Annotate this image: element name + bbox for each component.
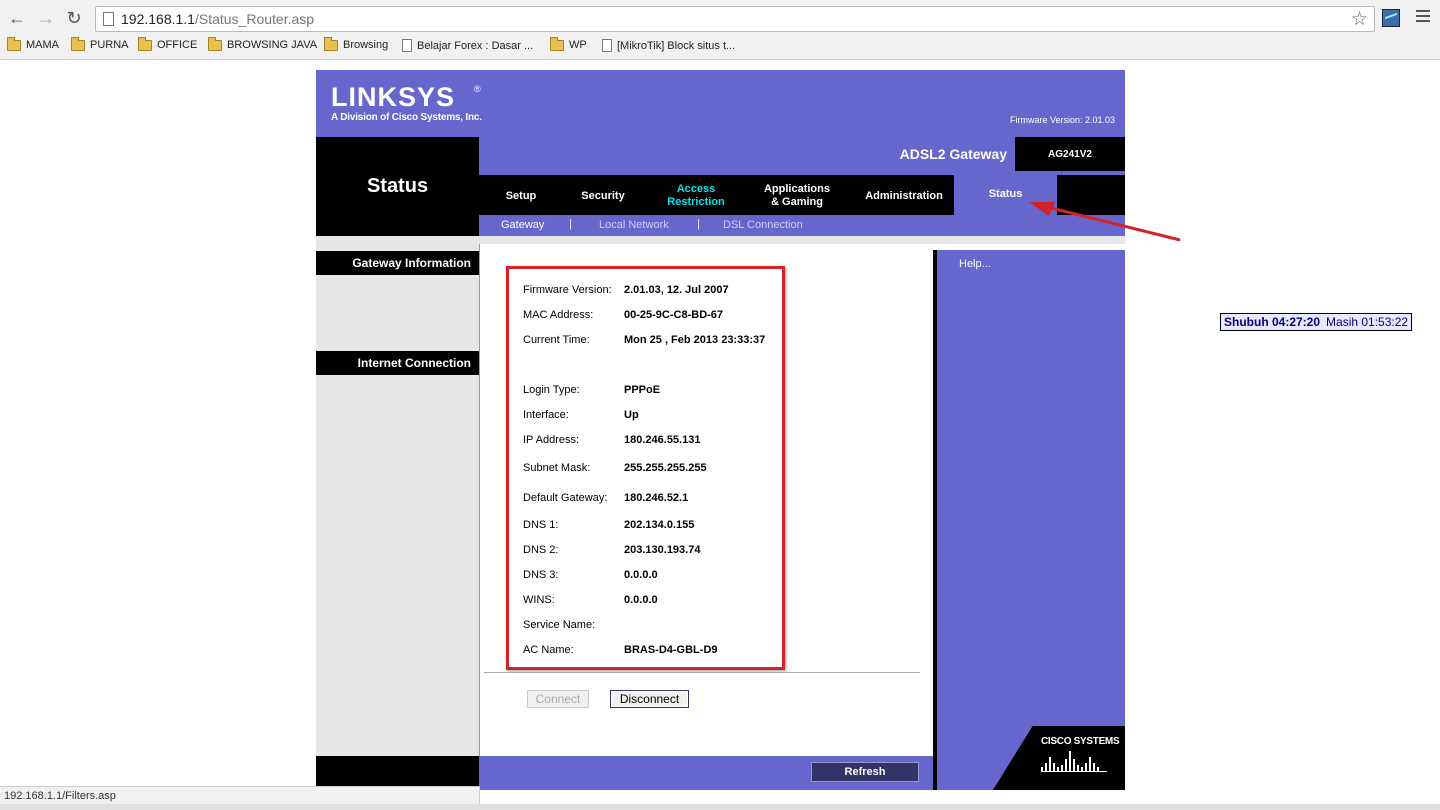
browser-menu-icon[interactable]: [1416, 10, 1430, 24]
bookmark-item[interactable]: BROWSING JAVA: [208, 36, 317, 51]
red-arrow-annotation: [1029, 202, 1181, 242]
subtab-gateway[interactable]: Gateway: [501, 219, 544, 231]
back-arrow-icon[interactable]: ←: [7, 8, 27, 28]
page-icon: [103, 12, 114, 26]
help-link[interactable]: Help...: [959, 258, 991, 270]
bookmark-item[interactable]: Browsing: [324, 36, 388, 51]
product-bar: ADSL2 Gateway: [479, 137, 1015, 171]
bookmark-star-icon[interactable]: ☆: [1351, 8, 1368, 31]
section-title: Status: [366, 175, 429, 197]
connect-button[interactable]: Connect: [527, 690, 589, 708]
bookmark-item[interactable]: Belajar Forex : Dasar ...: [402, 39, 533, 52]
folder-icon: [138, 36, 152, 51]
browser-toolbar: ← → ↻ 192.168.1.1/Status_Router.asp ☆: [0, 0, 1440, 36]
browser-status-bar: 192.168.1.1/Filters.asp: [0, 786, 480, 804]
tab-security[interactable]: Security: [562, 177, 644, 215]
extension-chart-icon[interactable]: [1382, 9, 1400, 27]
disconnect-button[interactable]: Disconnect: [610, 690, 689, 708]
folder-icon: [550, 36, 564, 51]
page-icon: [602, 39, 612, 52]
header-firmware-version: Firmware Version: 2.01.03: [1009, 115, 1115, 125]
product-name: ADSL2 Gateway: [899, 146, 1007, 162]
sidebar-gateway-information: Gateway Information: [316, 251, 479, 275]
bookmark-item[interactable]: WP: [550, 36, 587, 51]
reload-icon[interactable]: ↻: [64, 8, 84, 28]
left-sidebar: Gateway Information Internet Connection: [316, 244, 479, 756]
sidebar-internet-connection: Internet Connection: [316, 351, 479, 375]
page-icon: [402, 39, 412, 52]
prayer-time-widget: Shubuh 04:27:20 Masih 01:53:22: [1220, 313, 1412, 331]
subtab-separator: |: [697, 218, 700, 230]
refresh-button[interactable]: Refresh: [811, 762, 919, 782]
status-info-box: Firmware Version: 2.01.03, 12. Jul 2007 M…: [506, 266, 785, 670]
cisco-logo: CISCO SYSTEMS: [993, 726, 1125, 790]
bookmark-item[interactable]: MAMA: [7, 36, 59, 51]
help-panel: Help... CISCO SYSTEMS: [933, 244, 1125, 790]
folder-icon: [71, 36, 85, 51]
bookmark-item[interactable]: OFFICE: [138, 36, 197, 51]
forward-arrow-icon[interactable]: →: [36, 8, 56, 28]
linksys-logo: LINKSYS ® A Division of Cisco Systems, I…: [331, 82, 482, 123]
folder-icon: [208, 36, 222, 51]
content-divider: [484, 672, 920, 673]
address-url[interactable]: 192.168.1.1/Status_Router.asp: [121, 11, 314, 27]
bookmarks-bar: MAMA PURNA OFFICE BROWSING JAVA Browsing…: [0, 36, 1440, 60]
bookmark-item[interactable]: [MikroTik] Block situs t...: [602, 39, 735, 52]
folder-icon: [7, 36, 21, 51]
horizontal-scrollbar[interactable]: [0, 804, 1440, 810]
model-number: AG241V2: [1048, 148, 1092, 160]
subtab-local-network[interactable]: Local Network: [599, 219, 669, 231]
page-header: LINKSYS ® A Division of Cisco Systems, I…: [316, 70, 1125, 137]
tab-administration[interactable]: Administration: [854, 177, 954, 215]
footer-bar: Refresh: [316, 756, 933, 790]
subtab-separator: |: [569, 218, 572, 230]
bookmark-item[interactable]: PURNA: [71, 36, 129, 51]
tab-applications-gaming[interactable]: Applications & Gaming: [749, 177, 845, 215]
address-bar[interactable]: 192.168.1.1/Status_Router.asp ☆: [95, 6, 1375, 32]
folder-icon: [324, 36, 338, 51]
subtab-dsl-connection[interactable]: DSL Connection: [723, 219, 803, 231]
tab-access-restriction[interactable]: Access Restriction: [653, 177, 739, 215]
router-page: LINKSYS ® A Division of Cisco Systems, I…: [316, 70, 1125, 790]
tab-setup[interactable]: Setup: [486, 177, 556, 215]
cisco-bars-icon: [1041, 750, 1107, 772]
gray-strip: [316, 236, 1125, 244]
